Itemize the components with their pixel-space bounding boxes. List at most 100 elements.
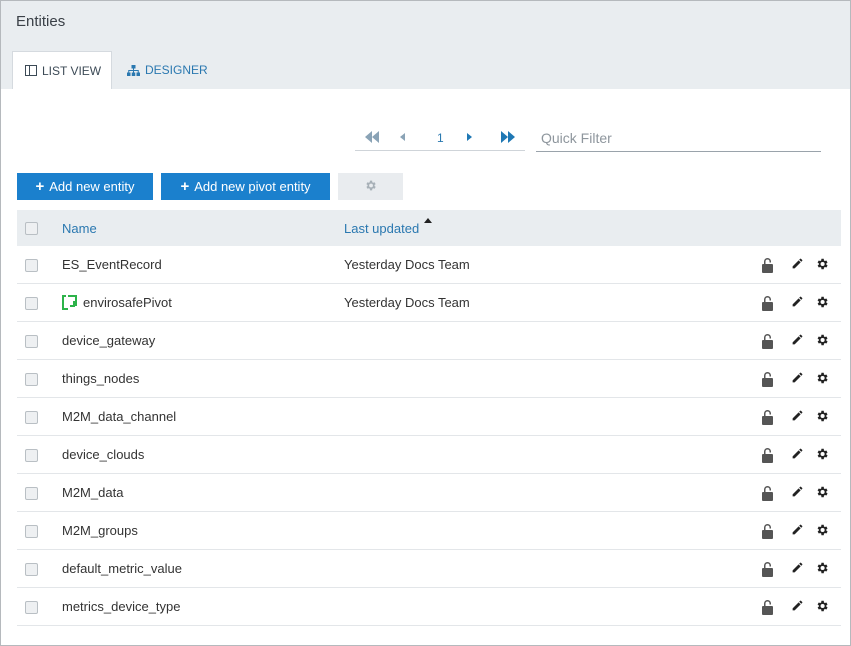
first-page-icon[interactable] — [365, 131, 379, 143]
last-page-icon[interactable] — [501, 131, 515, 143]
entity-name[interactable]: default_metric_value — [62, 561, 182, 576]
hierarchy-icon — [127, 64, 140, 76]
row-checkbox[interactable] — [25, 297, 38, 310]
sort-ascending-icon — [424, 218, 432, 223]
entity-name-text: default_metric_value — [62, 561, 182, 576]
table-row[interactable]: envirosafePivot Yesterday Docs Team — [17, 284, 841, 322]
table-row[interactable]: device_gateway — [17, 322, 841, 360]
gear-icon — [364, 179, 377, 195]
entity-name-text: M2M_data — [62, 485, 124, 500]
entity-name[interactable]: envirosafePivot — [62, 295, 172, 310]
entity-name-text: envirosafePivot — [83, 295, 172, 310]
edit-icon[interactable] — [791, 409, 804, 422]
table-row[interactable]: metrics_device_type — [17, 588, 841, 626]
last-updated-cell: Yesterday Docs Team — [344, 295, 470, 310]
tab-designer[interactable]: DESIGNER — [127, 51, 208, 89]
column-header-last-updated[interactable]: Last updated — [344, 221, 419, 236]
add-new-entity-label: Add new entity — [49, 179, 135, 194]
lock-icon[interactable] — [761, 561, 774, 577]
table-row[interactable]: ES_EventRecord Yesterday Docs Team — [17, 246, 841, 284]
entity-name-text: M2M_groups — [62, 523, 138, 538]
gear-icon[interactable] — [815, 371, 829, 385]
edit-icon[interactable] — [791, 371, 804, 384]
row-checkbox[interactable] — [25, 411, 38, 424]
edit-icon[interactable] — [791, 599, 804, 612]
row-checkbox[interactable] — [25, 449, 38, 462]
gear-icon[interactable] — [815, 485, 829, 499]
lock-icon[interactable] — [761, 409, 774, 425]
plus-icon: + — [35, 178, 45, 195]
row-checkbox[interactable] — [25, 601, 38, 614]
entity-name[interactable]: device_gateway — [62, 333, 155, 348]
lock-icon[interactable] — [761, 371, 774, 387]
column-header-name[interactable]: Name — [62, 221, 97, 236]
page-title: Entities — [16, 13, 66, 30]
entity-name[interactable]: things_nodes — [62, 371, 139, 386]
table-row[interactable]: M2M_data — [17, 474, 841, 512]
row-checkbox[interactable] — [25, 487, 38, 500]
pivot-entity-icon — [62, 295, 77, 310]
edit-icon[interactable] — [791, 333, 804, 346]
row-checkbox[interactable] — [25, 563, 38, 576]
table-row[interactable]: device_clouds — [17, 436, 841, 474]
select-all-checkbox[interactable] — [25, 222, 38, 235]
gear-icon[interactable] — [815, 257, 829, 271]
edit-icon[interactable] — [791, 523, 804, 536]
gear-icon[interactable] — [815, 561, 829, 575]
lock-icon[interactable] — [761, 485, 774, 501]
add-new-pivot-entity-button[interactable]: + Add new pivot entity — [161, 173, 330, 200]
lock-icon[interactable] — [761, 523, 774, 539]
table-row[interactable]: default_metric_value — [17, 550, 841, 588]
entity-name[interactable]: M2M_data_channel — [62, 409, 176, 424]
entity-name-text: ES_EventRecord — [62, 257, 162, 272]
row-checkbox[interactable] — [25, 373, 38, 386]
lock-icon[interactable] — [761, 333, 774, 349]
tab-list-view-label: LIST VIEW — [42, 63, 102, 78]
gear-icon[interactable] — [815, 295, 829, 309]
lock-icon[interactable] — [761, 295, 774, 311]
current-page: 1 — [437, 131, 444, 145]
page-header: Entities LIST VIEW DESIGNER — [1, 1, 850, 89]
settings-button[interactable] — [338, 173, 403, 200]
entity-name[interactable]: M2M_data — [62, 485, 123, 500]
gear-icon[interactable] — [815, 523, 829, 537]
pagination: 1 — [355, 125, 525, 151]
row-checkbox[interactable] — [25, 525, 38, 538]
lock-icon[interactable] — [761, 447, 774, 463]
list-view-icon — [25, 65, 37, 76]
entity-name[interactable]: metrics_device_type — [62, 599, 181, 614]
edit-icon[interactable] — [791, 561, 804, 574]
entity-name[interactable]: ES_EventRecord — [62, 257, 162, 272]
quick-filter-input[interactable] — [536, 125, 821, 152]
add-new-entity-button[interactable]: + Add new entity — [17, 173, 153, 200]
edit-icon[interactable] — [791, 447, 804, 460]
entity-name-text: M2M_data_channel — [62, 409, 177, 424]
edit-icon[interactable] — [791, 485, 804, 498]
table-row[interactable]: M2M_groups — [17, 512, 841, 550]
entity-name-text: device_clouds — [62, 447, 145, 462]
entity-name-text: metrics_device_type — [62, 599, 181, 614]
add-new-pivot-entity-label: Add new pivot entity — [194, 179, 311, 194]
table-header: Name Last updated — [17, 210, 841, 246]
edit-icon[interactable] — [791, 257, 804, 270]
entity-name[interactable]: device_clouds — [62, 447, 144, 462]
lock-icon[interactable] — [761, 257, 774, 273]
prev-page-icon[interactable] — [399, 131, 405, 143]
next-page-icon[interactable] — [467, 131, 473, 143]
row-checkbox[interactable] — [25, 259, 38, 272]
tab-list-view[interactable]: LIST VIEW — [12, 51, 112, 89]
gear-icon[interactable] — [815, 409, 829, 423]
table-row[interactable]: M2M_data_channel — [17, 398, 841, 436]
plus-icon: + — [180, 178, 190, 195]
last-updated-cell: Yesterday Docs Team — [344, 257, 470, 272]
edit-icon[interactable] — [791, 295, 804, 308]
gear-icon[interactable] — [815, 333, 829, 347]
entities-window: Entities LIST VIEW DESIGNER 1 Quick Filt… — [0, 0, 851, 646]
lock-icon[interactable] — [761, 599, 774, 615]
row-checkbox[interactable] — [25, 335, 38, 348]
gear-icon[interactable] — [815, 599, 829, 613]
gear-icon[interactable] — [815, 447, 829, 461]
entity-name[interactable]: M2M_groups — [62, 523, 138, 538]
table-row[interactable]: things_nodes — [17, 360, 841, 398]
tab-designer-label: DESIGNER — [145, 63, 208, 77]
